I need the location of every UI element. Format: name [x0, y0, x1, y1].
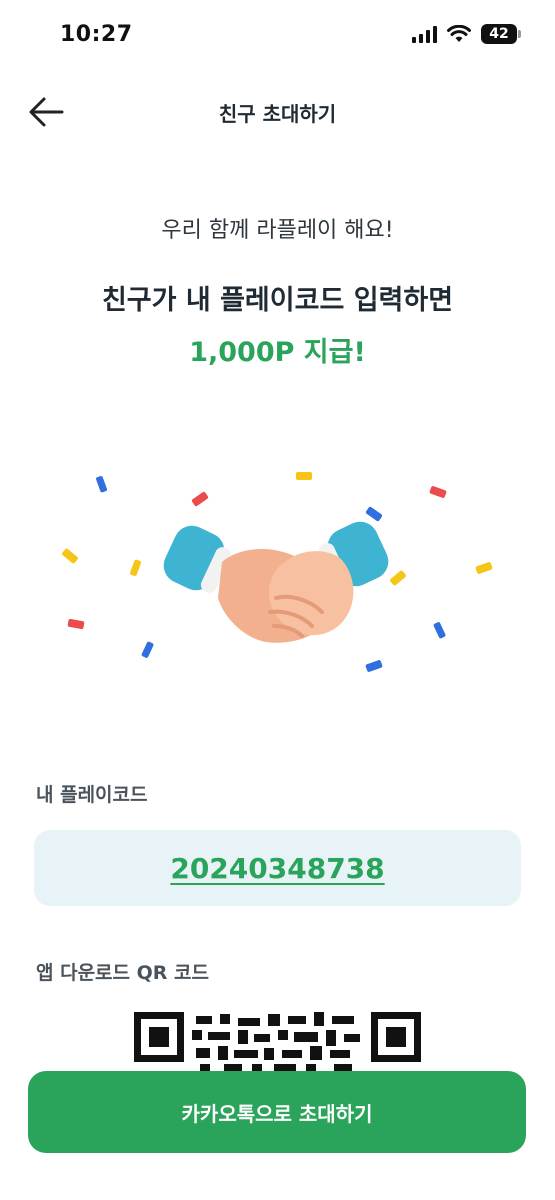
battery-level: 42 — [489, 26, 509, 42]
kakao-invite-label: 카카오톡으로 초대하기 — [181, 1101, 373, 1126]
signal-icon — [412, 25, 437, 43]
playcode-box: 20240348738 — [34, 830, 521, 906]
handshake-illustration — [62, 472, 493, 672]
page-title: 친구 초대하기 — [218, 102, 337, 126]
status-time: 10:27 — [60, 22, 133, 47]
wifi-icon — [447, 25, 471, 42]
battery-icon: 42 — [481, 24, 521, 44]
kakao-invite-button[interactable]: 카카오톡으로 초대하기 — [28, 1071, 526, 1153]
qr-label: 앱 다운로드 QR 코드 — [36, 962, 209, 984]
hero-headline: 친구가 내 플레이코드 입력하면 — [101, 285, 454, 316]
qr-code — [134, 1012, 421, 1072]
status-bar: 10:27 42 — [0, 0, 555, 70]
handshake-icon — [163, 521, 389, 643]
hero-subtitle: 우리 함께 라플레이 해요! — [161, 218, 394, 243]
playcode-value[interactable]: 20240348738 — [170, 852, 384, 885]
status-icons: 42 — [412, 24, 521, 44]
qr-code-icon — [134, 1012, 421, 1072]
hero-reward: 1,000P 지급! — [189, 337, 366, 368]
playcode-label: 내 플레이코드 — [36, 784, 148, 806]
header: 친구 초대하기 — [0, 80, 555, 144]
